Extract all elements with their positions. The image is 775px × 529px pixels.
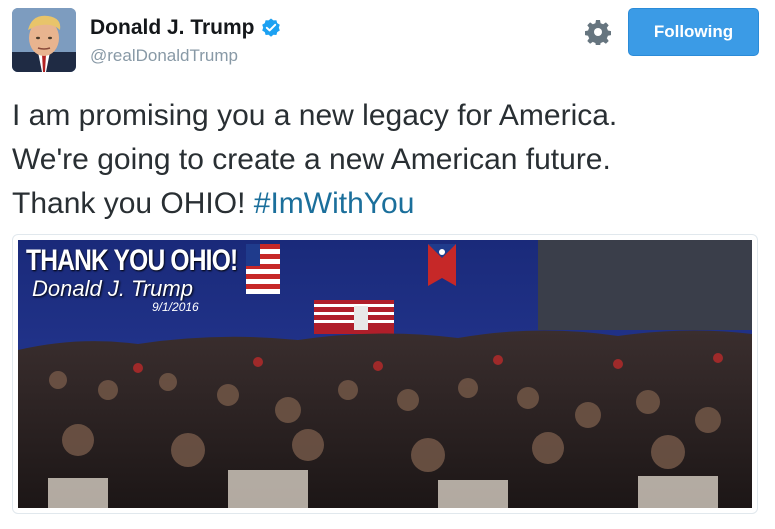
stage-flags-graphic xyxy=(314,300,394,334)
hashtag-link[interactable]: #ImWithYou xyxy=(254,187,415,220)
tweet-text-line: Thank you OHIO! #ImWithYou xyxy=(12,182,752,226)
tweet-card: Donald J. Trump @realDonaldTrump Followi… xyxy=(0,0,775,529)
avatar-image xyxy=(12,8,76,72)
verified-badge-icon xyxy=(261,18,281,38)
gear-icon[interactable] xyxy=(584,19,612,47)
rally-photo: THANK YOU OHIO! Donald J. Trump 9/1/2016 xyxy=(18,240,752,508)
tweet-text-segment: Thank you OHIO! xyxy=(12,187,254,220)
author-handle[interactable]: @realDonaldTrump xyxy=(90,46,238,66)
tweet-text: I am promising you a new legacy for Amer… xyxy=(12,94,752,226)
avatar[interactable] xyxy=(12,8,76,72)
tweet-text-line: I am promising you a new legacy for Amer… xyxy=(12,99,618,132)
tweet-media[interactable]: THANK YOU OHIO! Donald J. Trump 9/1/2016 xyxy=(12,234,758,514)
display-name[interactable]: Donald J. Trump xyxy=(90,16,255,40)
photo-overlay-date: 9/1/2016 xyxy=(152,300,199,314)
photo-overlay-title: THANK YOU OHIO! xyxy=(26,244,238,277)
tweet-text-line: We're going to create a new American fut… xyxy=(12,143,611,176)
following-button[interactable]: Following xyxy=(628,8,759,56)
photo-overlay-name: Donald J. Trump xyxy=(32,276,193,301)
author-name-row[interactable]: Donald J. Trump xyxy=(90,16,281,40)
us-flag-graphic xyxy=(246,244,280,294)
